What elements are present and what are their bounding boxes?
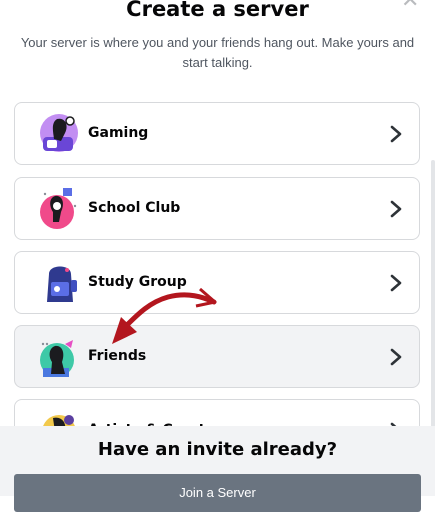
- template-label: Study Group: [88, 274, 187, 290]
- template-list: Gaming School Club Study Group Friends: [0, 0, 435, 496]
- study-group-icon: [47, 266, 77, 302]
- footer: Have an invite already? Join a Server: [0, 426, 435, 512]
- template-label: Friends: [88, 348, 147, 364]
- template-study-group[interactable]: Study Group: [14, 251, 420, 314]
- template-label: School Club: [88, 200, 181, 216]
- create-server-modal: ✕ Create a server Your server is where y…: [0, 0, 435, 512]
- template-friends[interactable]: Friends: [14, 325, 420, 388]
- gaming-icon: [40, 114, 78, 152]
- chevron-right-icon: [390, 274, 402, 292]
- scrollbar[interactable]: [431, 160, 435, 460]
- template-school-club[interactable]: School Club: [14, 177, 420, 240]
- chevron-right-icon: [390, 200, 402, 218]
- chevron-right-icon: [390, 125, 402, 143]
- school-club-icon: [40, 188, 77, 229]
- template-label: Gaming: [88, 125, 149, 141]
- template-gaming[interactable]: Gaming: [14, 102, 420, 165]
- join-server-button[interactable]: Join a Server: [14, 474, 421, 512]
- friends-icon: [40, 340, 74, 377]
- chevron-right-icon: [390, 348, 402, 366]
- invite-heading: Have an invite already?: [97, 439, 338, 460]
